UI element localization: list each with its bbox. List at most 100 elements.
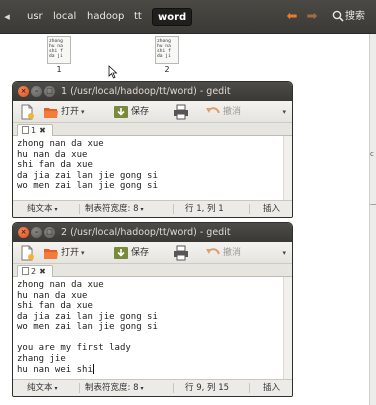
minimize-window-icon[interactable]: – — [31, 227, 42, 238]
syntax-label: 纯文本 — [27, 204, 53, 214]
text-file-icon: zhong hu na shi f da ji — [155, 36, 179, 64]
syntax-selector[interactable]: 纯文本 ▾ — [27, 380, 58, 396]
status-bar: 纯文本 ▾ 制表符宽度: 8 ▾ 行 9, 列 15 插入 — [13, 380, 292, 396]
minimize-window-icon[interactable]: – — [31, 86, 42, 97]
new-document-button[interactable] — [19, 244, 37, 262]
vertical-scrollbar[interactable] — [283, 136, 292, 200]
maximize-window-icon[interactable]: □ — [44, 86, 55, 97]
new-document-button[interactable] — [19, 103, 37, 121]
text-editor[interactable]: zhong nan da xue hu nan da xue shi fan d… — [13, 136, 292, 201]
tab-width-selector[interactable]: 制表符宽度: 8 ▾ — [85, 201, 144, 217]
forward-arrow-icon[interactable]: ➡ — [304, 8, 320, 26]
maximize-window-icon[interactable]: □ — [44, 227, 55, 238]
syntax-selector[interactable]: 纯文本 ▾ — [27, 201, 58, 217]
save-label: 保存 — [131, 107, 150, 117]
mouse-pointer-icon — [108, 65, 118, 79]
crumb-hadoop[interactable]: hadoop — [82, 8, 129, 26]
chevron-down-icon[interactable]: ▾ — [81, 249, 85, 257]
tab-label: 1 — [31, 126, 37, 135]
text-editor[interactable]: zhong nan da xue hu nan da xue shi fan d… — [13, 277, 292, 380]
background-window-edge — [369, 34, 376, 405]
window-title: 1 (/usr/local/hadoop/tt/word) - gedit — [61, 86, 231, 97]
open-folder-icon — [44, 107, 58, 118]
gedit-window-1: × – □ 1 (/usr/local/hadoop/tt/word) - ge… — [12, 81, 293, 218]
close-tab-icon[interactable]: ✖ — [39, 267, 46, 276]
editor-line-current: hu nan wei shi — [17, 364, 288, 375]
status-bar: 纯文本 ▾ 制表符宽度: 8 ▾ 行 1, 列 1 插入 — [13, 201, 292, 217]
background-window-fragment: c — [370, 150, 374, 158]
search-icon[interactable] — [332, 10, 344, 22]
editor-line: zhong nan da xue — [17, 280, 104, 290]
window-titlebar[interactable]: × – □ 1 (/usr/local/hadoop/tt/word) - ge… — [13, 82, 292, 101]
toolbar-overflow-icon[interactable]: ▾ — [282, 108, 286, 116]
toolbar: 打开 ▾ 保存 撤消 ▾ — [13, 242, 292, 264]
editor-line: hu nan da xue — [17, 149, 88, 160]
vertical-scrollbar[interactable] — [283, 277, 292, 379]
undo-icon — [206, 106, 220, 113]
print-button[interactable] — [173, 103, 191, 121]
open-button[interactable]: 打开 ▾ — [43, 103, 85, 121]
save-button[interactable]: 保存 — [113, 103, 149, 121]
undo-button[interactable]: 撤消 — [205, 244, 241, 262]
undo-button[interactable]: 撤消 — [205, 103, 241, 121]
crumb-word[interactable]: word — [152, 8, 193, 26]
insert-mode: 插入 — [263, 204, 281, 214]
close-tab-icon[interactable]: ✖ — [39, 126, 46, 135]
close-window-icon[interactable]: × — [18, 227, 29, 238]
save-icon — [114, 105, 128, 118]
printer-icon — [174, 104, 188, 119]
editor-line: hu nan da xue — [17, 290, 88, 301]
editor-line: you are my first lady — [17, 343, 131, 353]
status-divider — [173, 383, 174, 393]
status-divider — [79, 383, 80, 393]
file-1[interactable]: zhong hu na shi f da ji 1 — [44, 36, 74, 74]
file-name: 2 — [164, 65, 170, 74]
tab-bar: 2 ✖ — [13, 264, 292, 278]
background-window-fragment: — — [370, 200, 376, 208]
tab-label: 2 — [31, 267, 37, 276]
cursor-position: 行 1, 列 1 — [185, 204, 224, 214]
save-label: 保存 — [131, 248, 150, 258]
editor-line: shi fan da xue — [17, 160, 93, 170]
tab-width-selector[interactable]: 制表符宽度: 8 ▾ — [85, 380, 144, 396]
crumb-usr[interactable]: usr — [22, 8, 48, 26]
editor-line: wo men zai lan jie gong si — [17, 181, 158, 191]
window-titlebar[interactable]: × – □ 2 (/usr/local/hadoop/tt/word) - ge… — [13, 223, 292, 242]
crumb-local[interactable]: local — [48, 8, 81, 26]
status-divider — [79, 204, 80, 214]
save-button[interactable]: 保存 — [113, 244, 149, 262]
undo-label: 撤消 — [223, 107, 242, 117]
print-button[interactable] — [173, 244, 191, 262]
search-label[interactable]: 搜索 — [345, 8, 365, 26]
editor-line: zhang jie — [17, 353, 66, 364]
undo-icon — [206, 247, 220, 254]
undo-label: 撤消 — [223, 248, 242, 258]
cursor-position: 行 9, 列 15 — [185, 383, 230, 393]
editor-line: da jia zai lan jie gong si — [17, 311, 158, 322]
open-folder-icon — [44, 248, 58, 259]
toolbar: 打开 ▾ 保存 撤消 ▾ — [13, 101, 292, 123]
window-title: 2 (/usr/local/hadoop/tt/word) - gedit — [61, 227, 231, 238]
close-window-icon[interactable]: × — [18, 86, 29, 97]
save-icon — [114, 246, 128, 259]
status-divider — [249, 383, 250, 393]
chevron-down-icon: ▾ — [140, 206, 144, 213]
chevron-down-icon: ▾ — [140, 385, 144, 392]
crumb-tt[interactable]: tt — [129, 8, 147, 26]
path-scroll-left-icon[interactable]: ◂ — [0, 9, 14, 25]
toolbar-overflow-icon[interactable]: ▾ — [282, 249, 286, 257]
editor-line: zhong nan da xue — [17, 139, 104, 149]
back-arrow-icon[interactable]: ⬅ — [284, 8, 300, 26]
file-2[interactable]: zhong hu na shi f da ji 2 — [152, 36, 182, 74]
new-document-icon — [21, 104, 34, 119]
chevron-down-icon: ▾ — [54, 385, 58, 392]
open-button[interactable]: 打开 ▾ — [43, 244, 85, 262]
syntax-label: 纯文本 — [27, 383, 53, 393]
chevron-down-icon[interactable]: ▾ — [81, 108, 85, 116]
status-divider — [249, 204, 250, 214]
chevron-down-icon: ▾ — [54, 206, 58, 213]
editor-line: shi fan da xue — [17, 301, 93, 311]
document-icon — [22, 267, 29, 275]
document-icon — [22, 126, 29, 134]
